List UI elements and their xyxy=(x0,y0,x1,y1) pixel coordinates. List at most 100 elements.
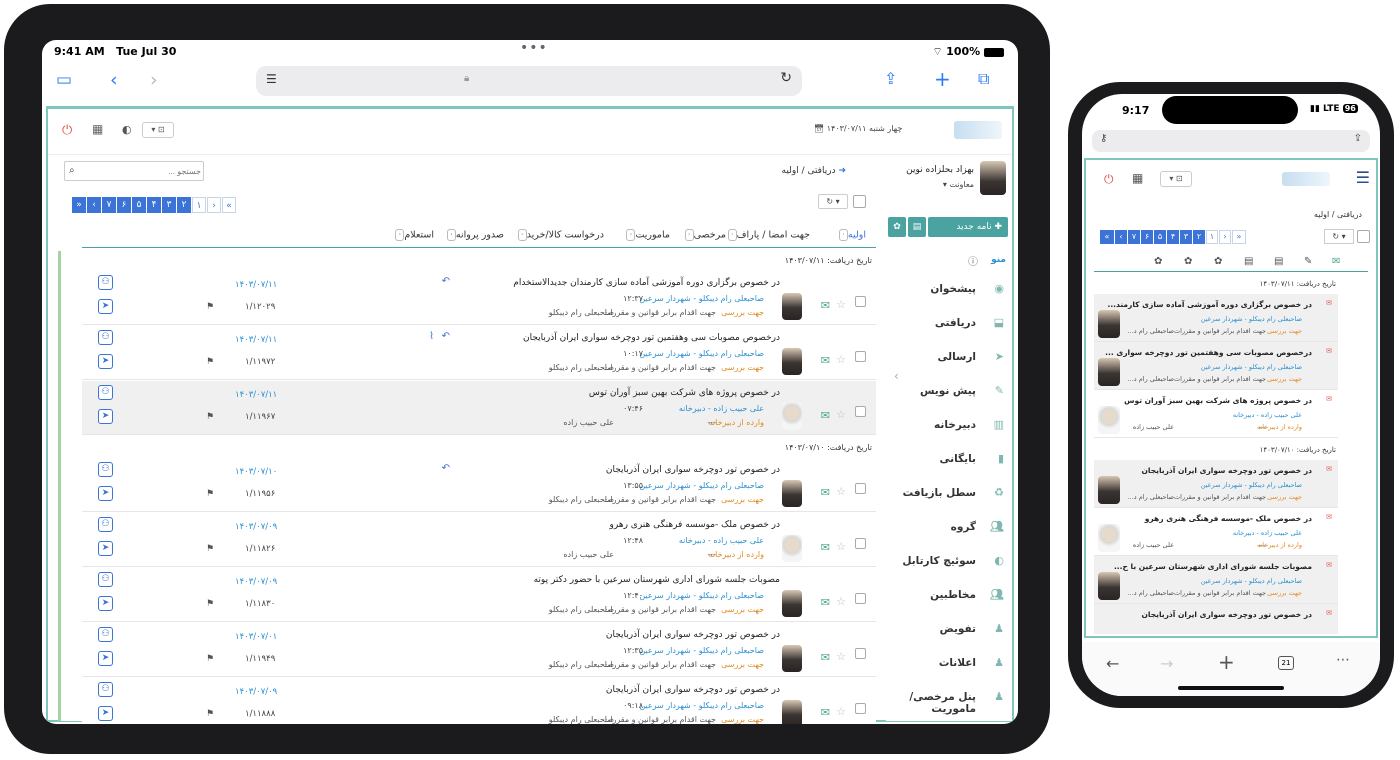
flag-icon[interactable]: ⚑ xyxy=(206,709,214,719)
phone-page-button[interactable]: ۷ xyxy=(1128,230,1140,244)
tab-item[interactable]: درخواست کالا/خرید۰ xyxy=(515,229,604,241)
phone-page-button[interactable]: ۵ xyxy=(1154,230,1166,244)
page-last[interactable]: « xyxy=(222,197,236,213)
star-icon[interactable]: ☆ xyxy=(836,408,846,421)
table-row[interactable]: ☆ ✉ در خصوص تور دوچرخه سواری ایران آذربایج… xyxy=(82,458,876,512)
sidebar-item[interactable]: ⬓ دریافتی xyxy=(892,307,1012,341)
id-card-icon[interactable]: ▤ xyxy=(1244,256,1253,267)
sidebar-item[interactable]: ♟ پنل مرخصی/ماموریت xyxy=(892,681,1012,715)
phone-power-icon[interactable]: ⏻ xyxy=(1104,172,1114,187)
phone-group-header[interactable]: تاریخ دریافت: ۱۴۰۳/۰۷/۱۰ xyxy=(1094,444,1338,458)
sidebar-item[interactable]: ◉ پیشخوان xyxy=(892,273,1012,307)
tree-icon[interactable]: ⚇ xyxy=(98,627,113,642)
table-row[interactable]: ☆ ✉ درخصوص مصوبات سی وهفتمین تور دوچرخه سو… xyxy=(82,326,876,380)
sidebar-item[interactable]: ▮ بایگانی xyxy=(892,443,1012,477)
table-row[interactable]: ☆ ✉ در خصوص پروژه های شرکت بهین سبز آوران … xyxy=(82,381,876,435)
table-row[interactable]: ☆ ✉ در خصوص تور دوچرخه سواری ایران آذربایج… xyxy=(82,678,876,724)
tab-item[interactable]: ماموریت۰ xyxy=(623,229,670,241)
forward-send-icon[interactable]: ➤ xyxy=(98,541,113,556)
tab-item[interactable]: جهت امضا / پاراف۰ xyxy=(725,229,810,241)
forward-send-icon[interactable]: ➤ xyxy=(98,706,113,721)
sidebar-item[interactable]: ◐ سوئیچ کارتابل xyxy=(892,545,1012,579)
forward-send-icon[interactable]: ➤ xyxy=(98,651,113,666)
page-prev[interactable]: ‹ xyxy=(87,197,101,213)
flag-icon[interactable]: ⚑ xyxy=(206,599,214,609)
sidebar-item[interactable]: ✎ پیش نویس xyxy=(892,375,1012,409)
row-checkbox[interactable] xyxy=(855,593,866,604)
flag-icon[interactable]: ⚑ xyxy=(206,489,214,499)
search-icon[interactable]: ⌕ xyxy=(69,165,75,176)
row-checkbox[interactable] xyxy=(855,296,866,307)
phone-forward-icon[interactable]: → xyxy=(1160,654,1173,673)
multitask-dots[interactable]: ••• xyxy=(520,40,548,56)
address-bar[interactable]: ☰ 🔒︎ ↻ xyxy=(256,66,802,96)
breadcrumb[interactable]: ➜ دریافتی / اولیه xyxy=(782,166,846,176)
star-icon[interactable]: ☆ xyxy=(836,353,846,366)
phone-new-tab-icon[interactable]: + xyxy=(1218,650,1235,674)
reload-icon[interactable]: ↻ xyxy=(780,70,792,86)
phone-address-bar[interactable]: ⚷ ⇪ xyxy=(1092,130,1370,152)
sidebar-item[interactable]: ➤ ارسالی xyxy=(892,341,1012,375)
phone-list-item[interactable]: ✉ در خصوص برگزاری دوره آموزشی آماده سازی … xyxy=(1094,294,1338,342)
forward-send-icon[interactable]: ➤ xyxy=(98,409,113,424)
search-input[interactable] xyxy=(83,163,201,179)
phone-refresh-select[interactable]: ↻ ▾ xyxy=(1324,229,1354,244)
sidebar-item[interactable]: ♻ سطل بازیافت xyxy=(892,477,1012,511)
phone-page-button[interactable]: ۳ xyxy=(1180,230,1192,244)
phone-list-item[interactable]: ✉ در خصوص تور دوچرخه سواری ایران آذربایجا… xyxy=(1094,460,1338,508)
grid-icon[interactable]: ▦ xyxy=(92,122,103,136)
forward-send-icon[interactable]: ➤ xyxy=(98,354,113,369)
phone-select-all[interactable] xyxy=(1357,230,1370,243)
flag-icon[interactable]: ⚑ xyxy=(206,412,214,422)
phone-group-header[interactable]: تاریخ دریافت: ۱۴۰۳/۰۷/۱۱ xyxy=(1094,278,1338,292)
row-checkbox[interactable] xyxy=(855,351,866,362)
phone-list-item[interactable]: ✉ در خصوص پروژه های شرکت بهین سبز آوران ت… xyxy=(1094,390,1338,438)
contrast-icon[interactable]: ◐ xyxy=(122,123,132,136)
phone-page-button[interactable]: ۲ xyxy=(1193,230,1205,244)
tree-icon[interactable]: ⚇ xyxy=(98,385,113,400)
phone-page-button[interactable]: ۴ xyxy=(1167,230,1179,244)
power-icon[interactable]: ⏻ xyxy=(62,123,72,138)
id-card-button[interactable]: ▤ xyxy=(908,217,926,237)
flag-icon[interactable]: ⚑ xyxy=(206,654,214,664)
phone-page-current[interactable]: ۱ xyxy=(1206,230,1218,244)
page-button[interactable]: ۵ xyxy=(132,197,146,213)
tab-icon-stack[interactable]: ✿ xyxy=(1154,256,1162,267)
star-icon[interactable]: ☆ xyxy=(836,540,846,553)
view-select[interactable]: ▾ ⊡ xyxy=(142,122,174,138)
star-icon[interactable]: ☆ xyxy=(836,705,846,718)
sidebar-icon[interactable]: ▭ xyxy=(56,70,72,90)
page-button[interactable]: ۲ xyxy=(177,197,191,213)
pencil-icon[interactable]: ✎ xyxy=(1304,256,1312,267)
forward-send-icon[interactable]: ➤ xyxy=(98,299,113,314)
help-icon[interactable]: ⓘ xyxy=(968,253,978,268)
phone-breadcrumb[interactable]: دریافتی / اولیه xyxy=(1314,210,1362,219)
row-checkbox[interactable] xyxy=(855,648,866,659)
phone-page-first[interactable]: « xyxy=(1100,230,1114,244)
tab-item[interactable]: صدور پروانه۰ xyxy=(444,229,504,241)
flag-icon[interactable]: ⚑ xyxy=(206,544,214,554)
page-button[interactable]: ۷ xyxy=(102,197,116,213)
collapse-arrow-icon[interactable]: ‹ xyxy=(894,369,899,383)
phone-tab-count[interactable]: 21 xyxy=(1278,656,1294,670)
new-letter-button[interactable]: ✚ نامه جدید xyxy=(928,217,1008,237)
refresh-select[interactable]: ↻ ▾ xyxy=(818,194,848,209)
tab-item[interactable]: استعلام۰ xyxy=(392,229,434,241)
page-button[interactable]: ۳ xyxy=(162,197,176,213)
phone-share-icon[interactable]: ⇪ xyxy=(1354,133,1362,144)
phone-page-last[interactable]: » xyxy=(1232,230,1246,244)
page-button[interactable]: ۴ xyxy=(147,197,161,213)
table-row[interactable]: ☆ ✉ در خصوص ملک -موسسه فرهنگی هنری رهرو علی… xyxy=(82,513,876,567)
mail-icon[interactable]: ✉ xyxy=(1332,256,1340,267)
page-button[interactable]: ۶ xyxy=(117,197,131,213)
phone-list-item[interactable]: ✉ در خصوص ملک -موسسه فرهنگی هنری رهرو علی … xyxy=(1094,508,1338,556)
row-checkbox[interactable] xyxy=(855,538,866,549)
phone-page-prev[interactable]: ‹ xyxy=(1115,230,1127,244)
page-first[interactable]: » xyxy=(72,197,86,213)
sidebar-item[interactable]: 👥︎ مخاطبین xyxy=(892,579,1012,613)
tree-icon[interactable]: ⚇ xyxy=(98,572,113,587)
card-icon[interactable]: ▤ xyxy=(1274,256,1283,267)
star-icon[interactable]: ☆ xyxy=(836,595,846,608)
page-next[interactable]: › xyxy=(207,197,221,213)
table-row[interactable]: ☆ ✉ مصوبات جلسه شورای اداری شهرستان سرعین … xyxy=(82,568,876,622)
